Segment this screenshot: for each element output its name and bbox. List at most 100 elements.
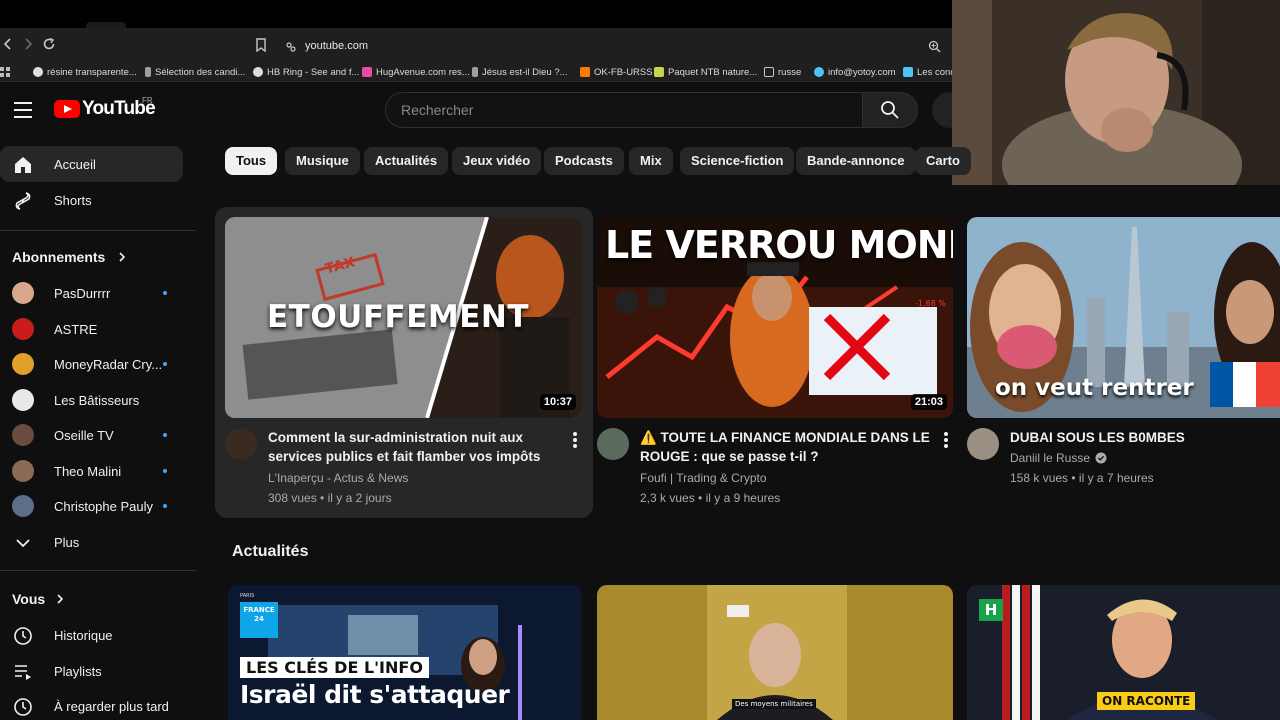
apps-icon[interactable] — [0, 65, 11, 79]
video-thumbnail[interactable]: LE VERROU MONDIAL -1,68 % 21:03 — [597, 217, 953, 418]
channel-avatar[interactable] — [225, 428, 257, 460]
subscription-item[interactable]: Les Bâtisseurs — [0, 382, 183, 418]
more-options-icon[interactable] — [573, 432, 577, 448]
video-title[interactable]: DUBAI SOUS LES B0MBES — [1010, 428, 1270, 447]
chip-mix[interactable]: Mix — [629, 147, 673, 175]
new-content-dot — [163, 362, 167, 366]
news-headline: Israël dit s'attaquer — [240, 680, 510, 709]
new-content-dot — [163, 504, 167, 508]
video-thumbnail[interactable]: on veut rentrer — [967, 217, 1280, 418]
avatar — [12, 318, 34, 340]
youtube-logo[interactable]: YouTube FR — [54, 96, 156, 120]
video-title[interactable]: Comment la sur-administration nuit aux s… — [268, 428, 558, 466]
subscription-item[interactable]: Christophe Pauly — [0, 488, 183, 524]
forward-icon[interactable] — [20, 37, 36, 53]
subscription-item[interactable]: Theo Malini — [0, 453, 183, 489]
you-heading[interactable]: Vous — [12, 591, 65, 607]
folder-icon — [764, 67, 774, 77]
subscription-label: Oseille TV — [54, 427, 114, 443]
home-icon — [15, 157, 31, 173]
chip-music[interactable]: Musique — [285, 147, 360, 175]
video-thumbnail[interactable]: TAX ETOUFFEMENT 10:37 — [225, 217, 582, 418]
video-age: il y a 7 heures — [1078, 471, 1154, 485]
video-duration: 10:37 — [539, 394, 576, 410]
avatar — [12, 424, 34, 446]
site-info-icon[interactable] — [285, 40, 297, 52]
bookmark-label: OK-FB-URSS — [594, 66, 653, 78]
avatar — [12, 389, 34, 411]
you-title: Vous — [12, 591, 46, 607]
sidebar-item-watch-later[interactable]: À regarder plus tard — [0, 688, 183, 720]
subscription-item[interactable]: MoneyRadar Cry... — [0, 346, 183, 382]
chevron-right-icon — [119, 252, 126, 262]
zoom-icon[interactable] — [928, 40, 941, 53]
bookmark-icon[interactable] — [255, 38, 269, 54]
search-input[interactable] — [386, 93, 862, 127]
video-title[interactable]: ⚠️ TOUTE LA FINANCE MONDIALE DANS LE ROU… — [640, 428, 930, 466]
search-button[interactable] — [862, 92, 918, 128]
sidebar-item-history[interactable]: Historique — [0, 617, 183, 653]
bookmark-folder[interactable]: russe — [764, 65, 801, 79]
subscriptions-heading[interactable]: Abonnements — [12, 249, 127, 265]
channel-avatar[interactable] — [597, 428, 629, 460]
sidebar-divider — [0, 230, 196, 231]
subscription-item[interactable]: ASTRE — [0, 311, 183, 347]
sidebar-item-more[interactable]: Plus — [0, 524, 183, 560]
bookmark-item[interactable]: Paquet NTB nature... — [654, 65, 757, 79]
reload-icon[interactable] — [41, 37, 57, 53]
bookmark-item[interactable]: HugAvenue.com res... — [362, 65, 470, 79]
bookmark-item[interactable]: Les conc — [903, 65, 955, 79]
subscription-item[interactable]: PasDurrrr — [0, 275, 183, 311]
address-bar-url[interactable]: youtube.com — [305, 40, 368, 52]
sidebar-item-home[interactable]: Accueil — [0, 146, 183, 182]
sidebar-item-label: Plus — [54, 534, 80, 550]
chip-games[interactable]: Jeux vidéo — [452, 147, 542, 175]
news-thumbnail[interactable]: Des moyens militaires — [597, 585, 953, 720]
video-views: 2,3 k vues — [640, 491, 695, 505]
channel-avatar[interactable] — [967, 428, 999, 460]
subscriptions-title: Abonnements — [12, 249, 106, 265]
news-thumbnail[interactable]: H ON RACONTE — [967, 585, 1280, 720]
sidebar-item-shorts[interactable]: Shorts — [0, 182, 183, 218]
bookmark-label: Les conc — [917, 66, 956, 78]
section-title: Actualités — [232, 543, 309, 560]
chip-podcasts[interactable]: Podcasts — [544, 147, 624, 175]
chip-news[interactable]: Actualités — [364, 147, 449, 175]
bookmark-item[interactable]: résine transparente... — [33, 65, 137, 79]
subscription-item[interactable]: Oseille TV — [0, 417, 183, 453]
menu-icon[interactable] — [14, 102, 32, 118]
subscription-label: MoneyRadar Cry... — [54, 356, 163, 372]
verified-icon — [1095, 452, 1107, 464]
chip-carto[interactable]: Carto — [915, 147, 971, 175]
site-icon — [903, 67, 913, 77]
bookmark-item[interactable]: HB Ring - See and f... — [253, 65, 359, 79]
webcam-person-image — [952, 0, 1280, 185]
country-code: FR — [142, 96, 153, 105]
bookmark-item[interactable]: OK-FB-URSS — [580, 65, 653, 79]
new-content-dot — [163, 469, 167, 473]
video-channel-name[interactable]: Daniil le Russe — [1010, 451, 1107, 465]
chip-all[interactable]: Tous — [225, 147, 278, 175]
subscription-label: Christophe Pauly — [54, 498, 153, 514]
sidebar-item-playlists[interactable]: Playlists — [0, 653, 183, 689]
back-icon[interactable] — [0, 37, 16, 53]
chip-trailers[interactable]: Bande-annonce — [796, 147, 916, 175]
bookmark-label: info@yotoy.com — [828, 66, 896, 78]
bookmarks-bar: résine transparente... Sélection des can… — [0, 62, 955, 82]
video-age: il y a 9 heures — [705, 491, 781, 505]
bookmark-item[interactable]: Jésus est-il Dieu ?... — [472, 65, 568, 79]
chip-science-fiction[interactable]: Science-fiction — [680, 147, 795, 175]
globe-icon — [253, 67, 263, 77]
new-content-dot — [163, 291, 167, 295]
video-channel-name[interactable]: Foufi | Trading & Crypto — [640, 471, 767, 485]
news-thumbnail[interactable]: PARIS FRANCE 24 LES CLÉS DE L'INFO Israë… — [228, 585, 582, 720]
bookmark-item[interactable]: Sélection des candi... — [145, 65, 245, 79]
video-channel-name[interactable]: L'Inaperçu - Actus & News — [268, 471, 408, 485]
bookmark-label: Sélection des candi... — [155, 66, 246, 78]
video-duration: 21:03 — [910, 394, 947, 410]
bookmark-item[interactable]: info@yotoy.com — [814, 65, 896, 79]
avatar — [12, 353, 34, 375]
more-options-icon[interactable] — [944, 432, 948, 448]
sidebar-item-label: À regarder plus tard — [54, 698, 169, 714]
chevron-down-icon — [16, 539, 30, 548]
